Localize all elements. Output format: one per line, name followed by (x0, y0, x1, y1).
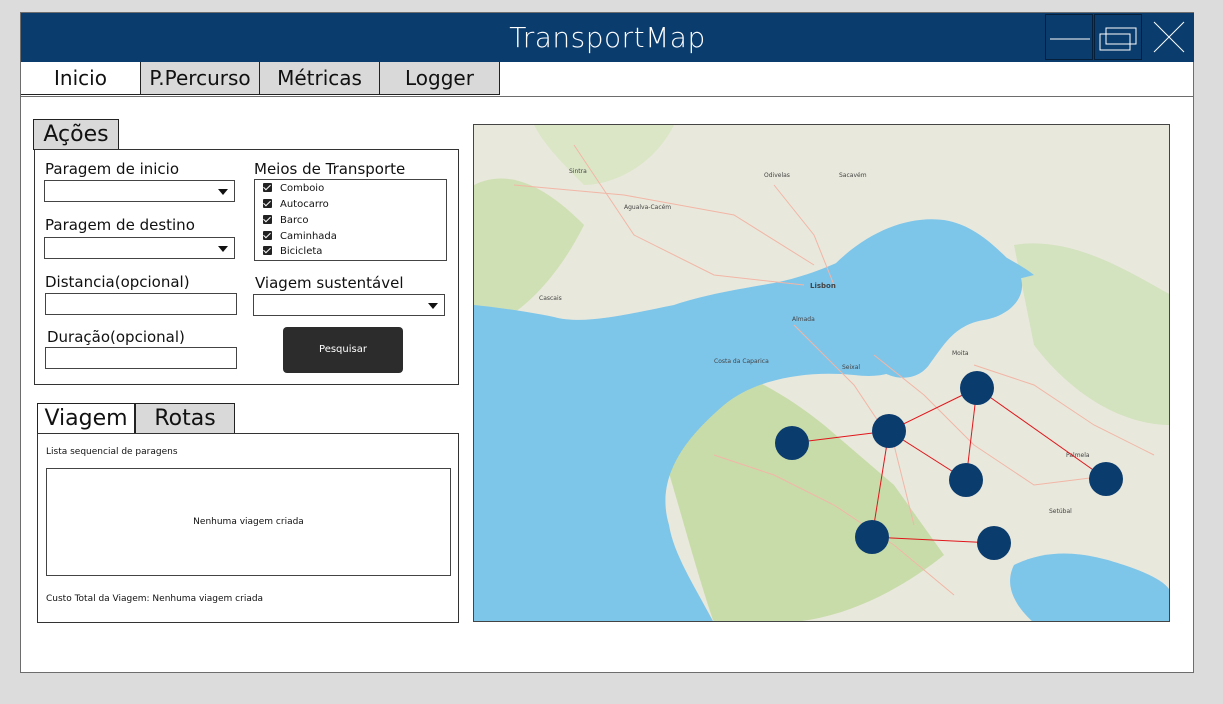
transport-option-autocarro[interactable]: Autocarro (263, 198, 329, 212)
main-tab-bar: Inicio P.Percurso Métricas Logger (21, 62, 1194, 97)
start-stop-select[interactable] (44, 180, 235, 202)
transport-option-caminhada[interactable]: Caminhada (263, 230, 337, 244)
total-cost-label: Custo Total da Viagem: Nenhuma viagem cr… (46, 594, 264, 604)
map-stop-node[interactable] (960, 371, 994, 405)
tab-percurso[interactable]: P.Percurso (140, 62, 260, 95)
map-label-setubal: Setúbal (1049, 508, 1072, 515)
maximize-button[interactable] (1094, 14, 1142, 60)
chevron-down-icon (428, 303, 438, 309)
acoes-panel: Paragem de inicio Paragem de destino Dis… (34, 149, 459, 385)
checkbox-checked-icon[interactable] (263, 198, 272, 208)
distance-label: Distancia(opcional) (45, 273, 190, 291)
map-label-moita: Moita (952, 350, 969, 357)
transport-label: Meios de Transporte (254, 160, 406, 178)
tab-rotas[interactable]: Rotas (135, 403, 235, 434)
map-label-sacavem: Sacavém (839, 172, 867, 179)
checkbox-checked-icon[interactable] (263, 214, 272, 224)
tab-logger[interactable]: Logger (379, 62, 500, 95)
tab-acoes[interactable]: Ações (33, 119, 119, 150)
stop-list: Nenhuma viagem criada (46, 468, 451, 576)
transport-option-bicicleta[interactable]: Bicicleta (263, 245, 322, 259)
tab-inicio[interactable]: Inicio (21, 62, 141, 95)
chevron-down-icon (218, 189, 228, 195)
map-canvas: Sintra Odivelas Sacavém Agualva-Cacém Li… (474, 125, 1169, 621)
map-stop-node[interactable] (949, 463, 983, 497)
distance-input[interactable] (45, 293, 237, 315)
transport-checklist: Comboio Autocarro Barco Caminhada Bicicl… (254, 179, 447, 261)
search-button[interactable]: Pesquisar (283, 327, 403, 373)
chevron-down-icon (218, 246, 228, 252)
duration-label: Duração(opcional) (47, 328, 185, 346)
map-stop-node[interactable] (855, 520, 889, 554)
map-stop-node[interactable] (872, 414, 906, 448)
sustainable-select[interactable] (253, 294, 445, 316)
map-label-almada: Almada (792, 316, 815, 323)
start-stop-label: Paragem de inicio (45, 160, 180, 178)
transport-option-comboio[interactable]: Comboio (263, 182, 324, 196)
sustainable-label: Viagem sustentável (255, 274, 404, 292)
checkbox-checked-icon[interactable] (263, 245, 272, 255)
transport-option-barco[interactable]: Barco (263, 214, 309, 228)
restore-icon (1099, 27, 1137, 51)
map-label-agualva: Agualva-Cacém (624, 204, 671, 211)
checkbox-checked-icon[interactable] (263, 182, 272, 192)
dest-stop-select[interactable] (44, 237, 235, 259)
minimize-button[interactable] (1045, 14, 1093, 60)
map-label-cascais: Cascais (539, 295, 562, 302)
minimize-icon (1050, 38, 1090, 40)
dest-stop-label: Paragem de destino (45, 216, 195, 234)
close-icon (1153, 21, 1185, 53)
duration-input[interactable] (45, 347, 237, 369)
title-bar: TransportMap (21, 13, 1194, 62)
map-stop-node[interactable] (977, 526, 1011, 560)
tab-metricas[interactable]: Métricas (259, 62, 380, 95)
trip-panel: Lista sequencial de paragens Nenhuma via… (37, 433, 459, 623)
window-title: TransportMap (509, 21, 706, 54)
map-label-seixal: Seixal (842, 364, 860, 371)
empty-trip-message: Nenhuma viagem criada (193, 517, 304, 527)
map-label-costa: Costa da Caparica (714, 358, 769, 365)
close-button[interactable] (1143, 14, 1194, 60)
map-label-sintra: Sintra (569, 168, 587, 175)
tab-viagem[interactable]: Viagem (37, 403, 135, 434)
map-view[interactable]: Sintra Odivelas Sacavém Agualva-Cacém Li… (473, 124, 1170, 622)
map-label-lisbon: Lisbon (810, 282, 836, 290)
map-label-odivelas: Odivelas (764, 172, 790, 179)
checkbox-checked-icon[interactable] (263, 230, 272, 240)
map-stop-node[interactable] (1089, 462, 1123, 496)
stop-list-label: Lista sequencial de paragens (46, 447, 178, 457)
map-stop-node[interactable] (775, 426, 809, 460)
